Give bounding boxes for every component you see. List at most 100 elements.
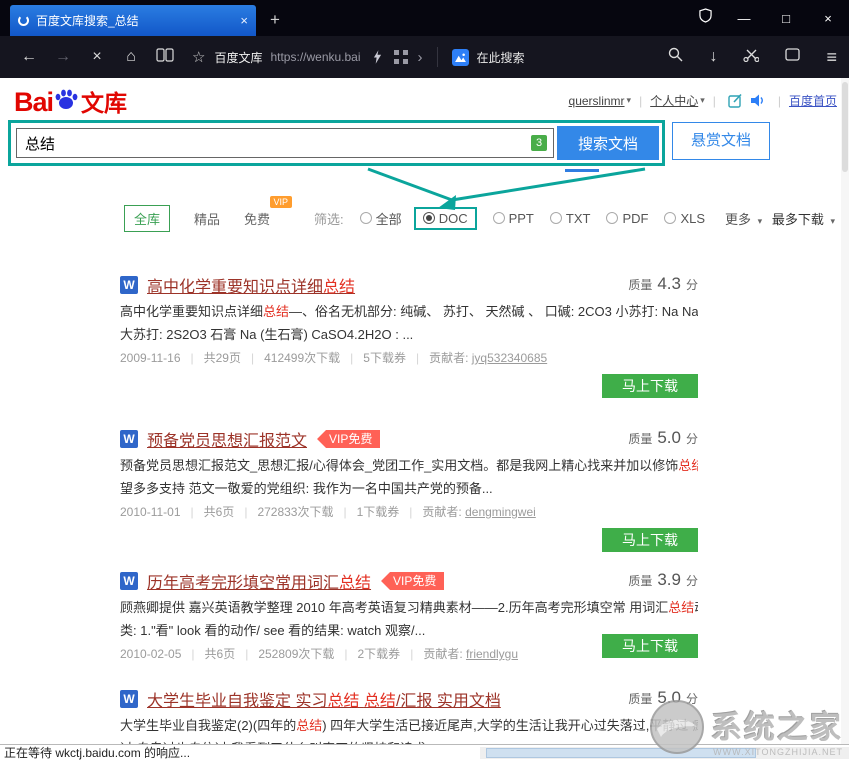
new-tab-button[interactable]: + [270,10,280,30]
text-part: 大学生毕业自我鉴定 实习 [147,693,327,710]
close-button[interactable]: × [807,11,849,26]
quick-search-label[interactable]: 在此搜索 [477,49,525,66]
app-window-icon[interactable] [785,48,800,66]
result-description: 预备党员思想汇报范文_思想汇报/心得体会_党团工作_实用文档。都是我网上精心找来… [120,454,698,477]
forward-icon[interactable]: → [46,48,80,66]
horizontal-scrollbar-thumb[interactable] [486,748,756,758]
doc-type-icon: W [120,690,138,708]
doc-type-icon: W [120,430,138,448]
vertical-scrollbar-thumb[interactable] [842,82,848,172]
text-part: 顾燕卿提供 嘉兴英语教学整理 2010 年高考英语复习精典素材——2.历年高考完… [120,600,668,615]
site-label: 百度文库 [214,49,262,66]
contributor-label: 贡献者: [423,647,466,661]
contributor-link[interactable]: friendlygu [466,647,518,661]
url-text[interactable]: https://wenku.bai [270,50,360,64]
page-content: Bai 文库 querslinmr ▾ | 个人中心 ▾ | | 百度首页 [0,78,849,744]
minimize-button[interactable]: — [723,11,765,26]
keyword-highlight: 总结 [678,458,698,473]
quality-score: 质量3.9分 [628,570,698,590]
separator: | [350,351,353,365]
quality-value: 5.0 [657,688,681,707]
quality-label: 质量 [628,692,652,706]
result-ticket: 5下载券 [363,351,406,365]
contributor-label: 贡献者: [422,505,465,519]
contributor-link[interactable]: dengmingwei [465,505,536,519]
result-description: 大苏打: 2S2O3 石膏 Na (生石膏) CaSO4.2H2O : ... [120,323,698,346]
result-meta: 2010-11-01|共6页|272833次下载|1下载券|贡献者: dengm… [120,502,698,522]
result-description: 大学生毕业自我鉴定(2)(四年的总结) 四年大学生活已接近尾声,大学的生活让我开… [120,714,698,737]
quality-score: 质量4.3分 [628,274,698,294]
contributor-label: 贡献者: [429,351,472,365]
result-meta: 2009-11-16|共29页|412499次下载|5下载券|贡献者: jyq5… [120,348,698,368]
toolbar-divider [437,47,438,67]
address-bar[interactable]: ☆ 百度文库 https://wenku.bai › [192,48,423,66]
keyword-highlight: 总结 [323,279,355,296]
quick-search[interactable]: 在此搜索 [452,49,525,66]
qr-code-icon[interactable] [394,50,408,64]
scissors-icon[interactable] [743,48,759,67]
result-description: 过,自卑过也自信过,我看到了什么叫真正的坚持和追求... [120,737,698,744]
keyword-highlight: 总结 [296,718,322,733]
search-result: W高中化学重要知识点详细总结质量4.3分高中化学重要知识点详细总结—、俗名无机部… [120,274,698,398]
text-part: 类: 1."看" look 看的动作/ see 看的结果: watch 观察/.… [120,623,425,638]
status-bar: 正在等待 wkctj.baidu.com 的响应... [0,744,849,760]
keyword-highlight: 总结 [339,575,371,592]
separator: | [245,647,248,661]
download-manager-icon[interactable]: ↓ [709,48,717,66]
download-button[interactable]: 马上下载 [602,528,698,552]
download-button[interactable]: 马上下载 [602,634,698,658]
search-result: W预备党员思想汇报范文VIP免费质量5.0分预备党员思想汇报范文_思想汇报/心得… [120,428,698,552]
result-pages: 共29页 [204,351,241,365]
vip-free-badge: VIP免费 [381,572,444,590]
result-description: 望多多支持 范文一敬爱的党组织: 我作为一名中国共产党的预备... [120,477,698,500]
maximize-button[interactable]: □ [765,11,807,26]
separator: | [191,351,194,365]
menu-icon[interactable]: ≡ [826,47,837,68]
quality-unit: 分 [686,574,698,588]
result-title-row: W高中化学重要知识点详细总结 [120,274,698,296]
text-part: 高中化学重要知识点详细 [147,279,323,296]
back-icon[interactable]: ← [12,48,46,66]
result-title-link[interactable]: 历年高考完形填空常用词汇总结 [147,569,371,593]
result-downloads: 252809次下载 [258,647,334,661]
quality-value: 5.0 [657,428,681,447]
lightning-icon[interactable] [373,50,382,64]
vertical-scrollbar[interactable] [841,78,849,744]
result-pages: 共6页 [204,505,235,519]
quality-unit: 分 [686,278,698,292]
keyword-highlight: 总结 [668,600,694,615]
download-button[interactable]: 马上下载 [602,374,698,398]
home-icon[interactable]: ⌂ [114,48,148,66]
result-date: 2009-11-16 [120,351,181,365]
separator: | [191,647,194,661]
titlebar: 百度文库搜索_总结 × + — □ × [0,0,849,36]
bookmark-star-icon[interactable]: ☆ [192,48,205,66]
text-part: 预备党员思想汇报范文_思想汇报/心得体会_党团工作_实用文档。都是我网上精心找来… [120,458,678,473]
tab-title: 百度文库搜索_总结 [36,12,232,29]
result-title-row: W 大学生毕业自我鉴定 实习总结 总结/汇报 实用文档 [120,688,698,710]
chevron-right-icon[interactable]: › [418,49,423,66]
result-description: 高中化学重要知识点详细总结—、俗名无机部分: 纯碱、 苏打、 天然碱 、 口碱:… [120,300,698,323]
text-part: —、俗名无机部分: 纯碱、 苏打、 天然碱 、 口碱: 2CO3 小苏打: Na… [289,304,698,319]
quality-unit: 分 [686,692,698,706]
separator: | [244,505,247,519]
contributor-link[interactable]: jyq532340685 [472,351,547,365]
result-downloads: 272833次下载 [257,505,333,519]
reading-mode-icon[interactable] [148,48,182,67]
result-date: 2010-02-05 [120,647,181,661]
result-title-link[interactable]: 大学生毕业自我鉴定 实习总结 总结/汇报 实用文档 [147,687,501,711]
text-part: /汇报 实用文档 [396,693,501,710]
result-date: 2010-11-01 [120,505,181,519]
result-title-link[interactable]: 高中化学重要知识点详细总结 [147,273,355,297]
tab-close-icon[interactable]: × [240,13,248,28]
results-list: W高中化学重要知识点详细总结质量4.3分高中化学重要知识点详细总结—、俗名无机部… [0,78,849,744]
shield-icon[interactable] [687,8,723,28]
search-icon[interactable] [668,47,683,67]
separator: | [343,505,346,519]
separator: | [416,351,419,365]
stop-icon[interactable]: × [80,48,114,66]
browser-tab[interactable]: 百度文库搜索_总结 × [10,5,256,36]
search-result: W大学生毕业自我鉴定 实习总结 总结/汇报 实用文档质量5.0分大学生毕业自我鉴… [120,688,698,744]
horizontal-scrollbar[interactable] [480,747,849,759]
result-title-link[interactable]: 预备党员思想汇报范文 [147,427,307,451]
